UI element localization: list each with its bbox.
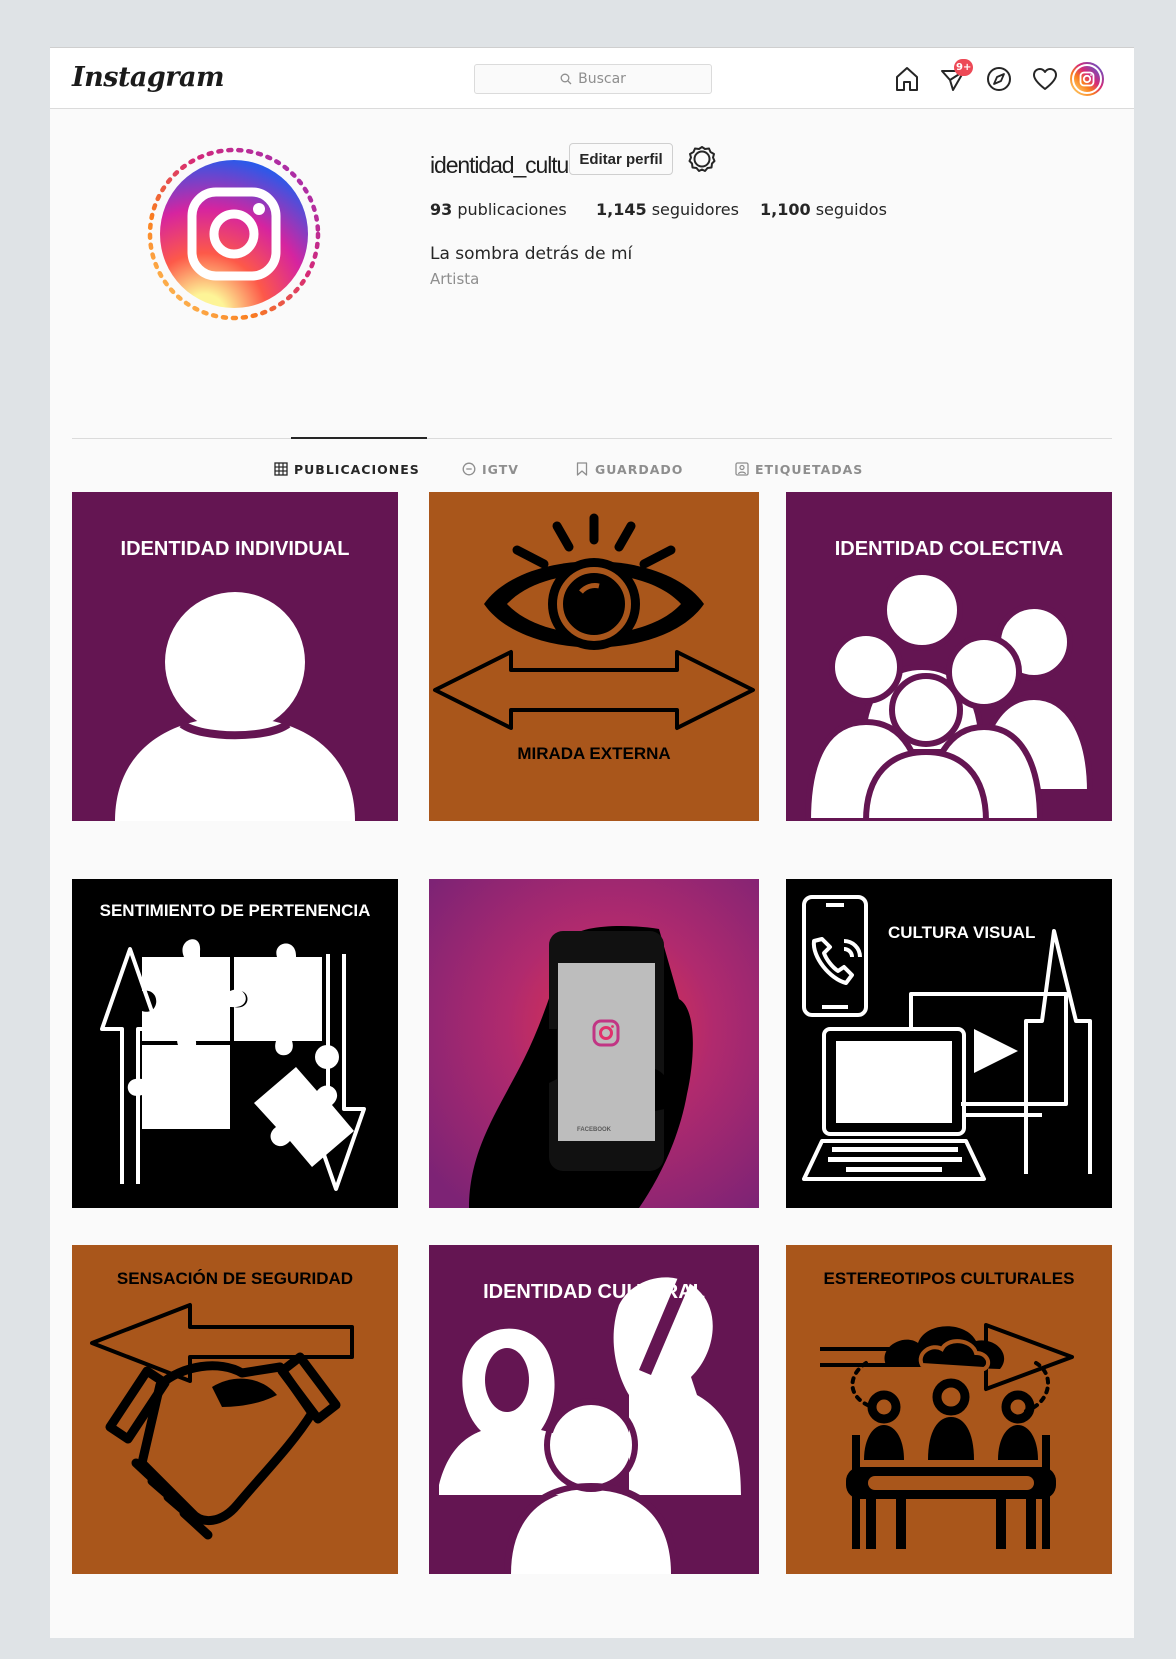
profile-category: Artista bbox=[430, 270, 480, 288]
tab-label: PUBLICACIONES bbox=[294, 461, 420, 477]
post-identidad-individual[interactable]: IDENTIDAD INDIVIDUAL bbox=[72, 492, 398, 821]
post-title: IDENTIDAD COLECTIVA bbox=[834, 538, 1064, 560]
activity-heart-icon[interactable] bbox=[1028, 62, 1062, 96]
post-title: SENTIMIENTO DE PERTENENCIA bbox=[99, 901, 371, 920]
instagram-profile-page: Instagram Buscar 9+ identidad_cultural E… bbox=[50, 47, 1134, 1638]
tab-guardado[interactable]: GUARDADO bbox=[575, 460, 683, 478]
posts-label: publicaciones bbox=[457, 200, 567, 219]
following-label: seguidos bbox=[815, 200, 887, 219]
profile-avatar-icon[interactable] bbox=[1070, 62, 1104, 96]
post-identidad-cultural[interactable]: IDENTIDAD CULTURAL bbox=[429, 1245, 759, 1574]
profile-username: identidad_cultural bbox=[430, 152, 592, 178]
hand-holding-phone-icon bbox=[429, 879, 759, 1208]
tab-label: ETIQUETADAS bbox=[755, 461, 864, 477]
eye-arrows-icon bbox=[429, 492, 759, 821]
profile-full-name: La sombra detrás de mí bbox=[430, 244, 633, 264]
puzzle-pieces-icon bbox=[72, 879, 398, 1208]
direct-messages-button[interactable]: 9+ bbox=[936, 59, 974, 96]
search-input[interactable]: Buscar bbox=[474, 64, 712, 94]
posts-count: 93 publicaciones bbox=[430, 200, 567, 219]
post-cultura-visual[interactable]: CULTURA VISUAL bbox=[786, 879, 1112, 1208]
igtv-icon bbox=[462, 462, 476, 476]
post-mirada-externa[interactable]: MIRADA EXTERNA bbox=[429, 492, 759, 821]
post-title: CULTURA VISUAL bbox=[888, 923, 1036, 942]
post-sentimiento-de-pertenencia[interactable]: SENTIMIENTO DE PERTENENCIA bbox=[72, 879, 398, 1208]
following-count[interactable]: 1,100 seguidos bbox=[760, 200, 887, 219]
posts-number: 93 bbox=[430, 200, 453, 219]
post-title: IDENTIDAD INDIVIDUAL bbox=[120, 538, 350, 560]
post-title: SENSACIÓN DE SEGURIDAD bbox=[116, 1269, 354, 1288]
tabs-divider bbox=[72, 438, 1112, 439]
instagram-logo[interactable]: Instagram bbox=[72, 62, 225, 93]
tab-etiquetadas[interactable]: ETIQUETADAS bbox=[735, 460, 863, 478]
post-title: ESTEREOTIPOS CULTURALES bbox=[823, 1269, 1075, 1288]
home-icon[interactable] bbox=[890, 62, 924, 96]
profile-avatar[interactable] bbox=[146, 146, 322, 322]
settings-gear-icon[interactable] bbox=[687, 144, 717, 174]
handshake-icon bbox=[72, 1245, 398, 1574]
post-identidad-colectiva[interactable]: IDENTIDAD COLECTIVA bbox=[786, 492, 1112, 821]
tab-igtv[interactable]: IGTV bbox=[462, 460, 519, 478]
post-phone-instagram[interactable]: FACEBOOK bbox=[429, 879, 759, 1208]
active-tab-indicator bbox=[291, 437, 427, 439]
post-title: IDENTIDAD CULTURAL bbox=[483, 1281, 705, 1303]
post-sensacion-de-seguridad[interactable]: SENSACIÓN DE SEGURIDAD bbox=[72, 1245, 398, 1574]
grid-icon bbox=[274, 462, 288, 476]
followers-number: 1,145 bbox=[596, 200, 647, 219]
explore-compass-icon[interactable] bbox=[982, 62, 1016, 96]
post-title: MIRADA EXTERNA bbox=[517, 744, 671, 763]
edit-profile-button[interactable]: Editar perfil bbox=[569, 143, 673, 175]
bookmark-icon bbox=[576, 462, 588, 476]
followers-count[interactable]: 1,145 seguidores bbox=[596, 200, 739, 219]
notification-badge: 9+ bbox=[954, 59, 974, 76]
tab-publicaciones[interactable]: PUBLICACIONES bbox=[274, 460, 420, 478]
tagged-icon bbox=[735, 462, 749, 476]
followers-label: seguidores bbox=[651, 200, 739, 219]
following-number: 1,100 bbox=[760, 200, 811, 219]
tab-label: GUARDADO bbox=[595, 461, 684, 477]
search-icon bbox=[560, 73, 572, 85]
meeting-table-icon bbox=[786, 1245, 1112, 1574]
search-placeholder: Buscar bbox=[578, 71, 626, 87]
post-estereotipos-culturales[interactable]: ESTEREOTIPOS CULTURALES bbox=[786, 1245, 1112, 1574]
top-navigation-bar: Instagram Buscar 9+ bbox=[50, 48, 1134, 109]
tab-label: IGTV bbox=[482, 461, 519, 477]
post-subtitle: FACEBOOK bbox=[576, 1127, 611, 1133]
